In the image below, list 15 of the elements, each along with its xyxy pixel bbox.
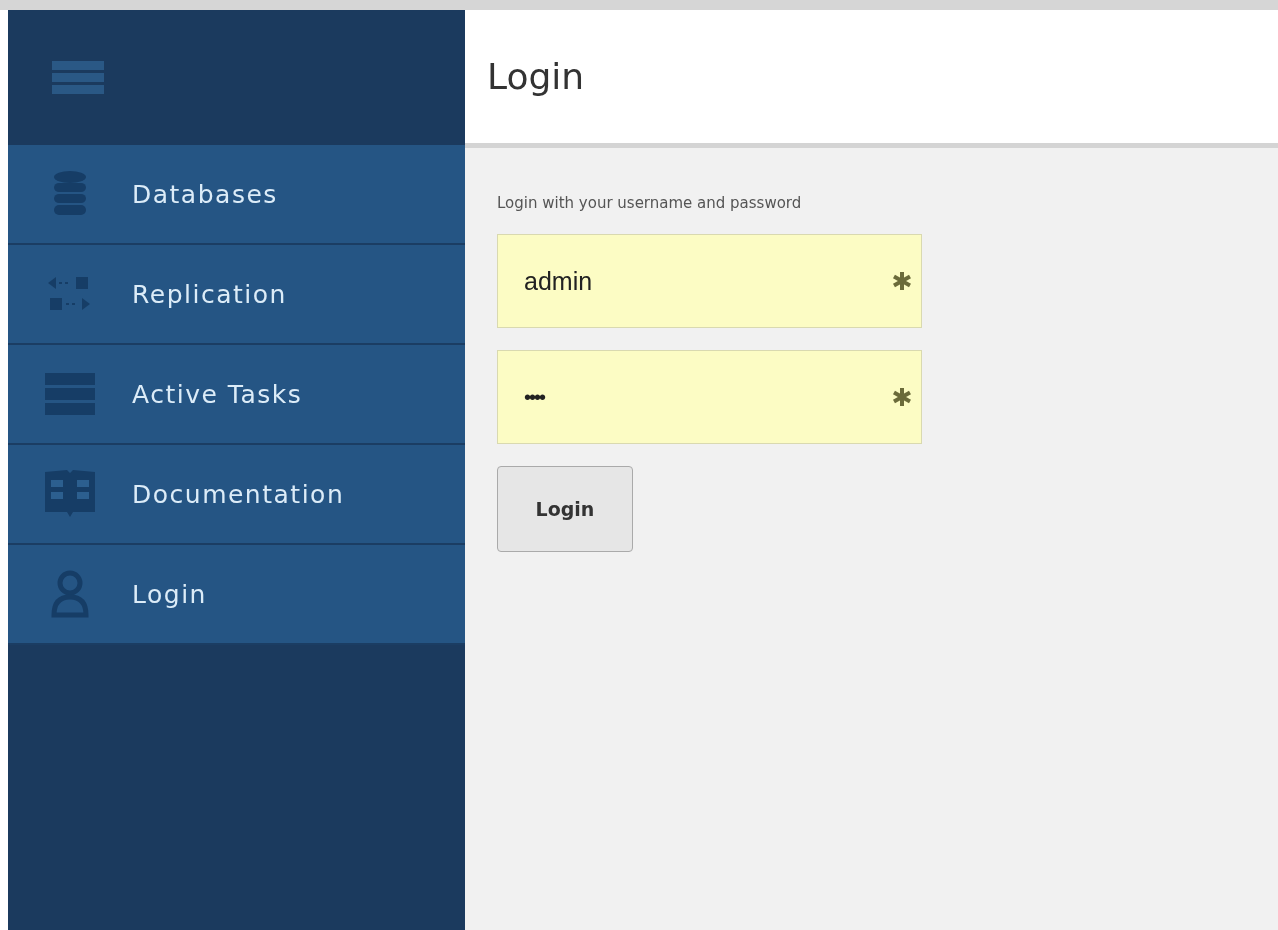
list-icon <box>45 373 95 415</box>
login-hint: Login with your username and password <box>497 194 802 212</box>
nav-item[interactable]: Active Tasks <box>8 345 465 445</box>
login-button[interactable]: Login <box>497 466 633 552</box>
password-field[interactable]: •••• <box>497 350 922 444</box>
menu-icon[interactable] <box>52 60 104 95</box>
book-icon <box>45 470 95 518</box>
nav-item[interactable]: Databases <box>8 145 465 245</box>
username-field[interactable]: admin <box>497 234 922 328</box>
nav-item[interactable]: Documentation <box>8 445 465 545</box>
nav-item[interactable]: Replication <box>8 245 465 345</box>
page-title: Login <box>487 56 585 97</box>
nav-item[interactable]: Login <box>8 545 465 645</box>
user-icon <box>50 569 90 619</box>
database-icon <box>53 170 87 218</box>
